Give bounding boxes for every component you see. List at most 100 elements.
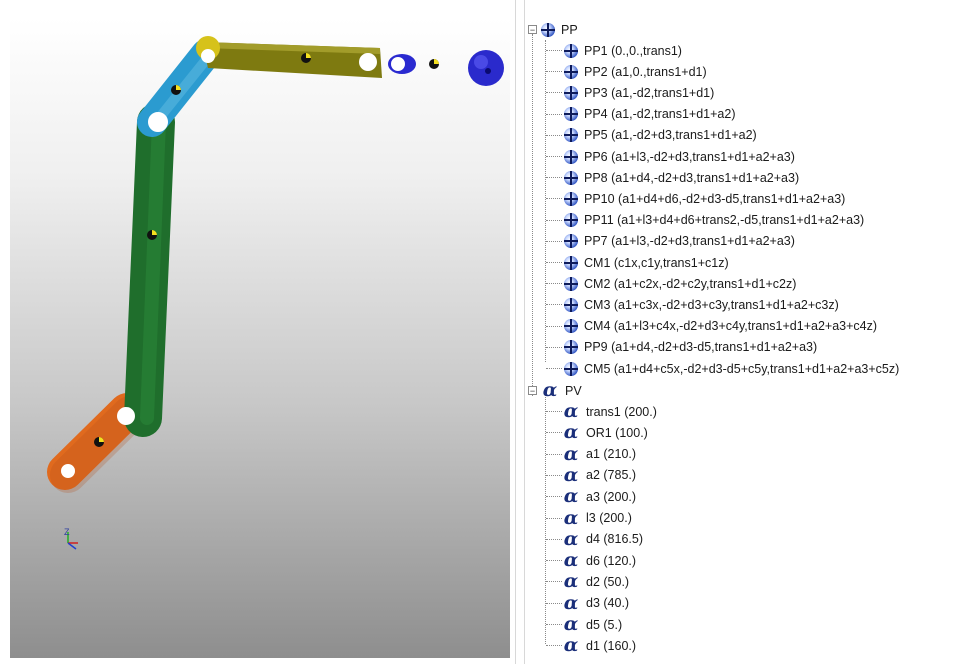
tree-item-pv[interactable]: α d1 (160.) xyxy=(562,635,636,656)
tree-connector xyxy=(546,240,562,242)
tree-item-label: a2 (785.) xyxy=(586,468,637,483)
tree-item-pp[interactable]: PP11 (a1+l3+d4+d6+trans2,-d5,trans1+d1+a… xyxy=(564,210,864,231)
tree-item-pp[interactable]: PP7 (a1+l3,-d2+d3,trans1+d1+a2+a3) xyxy=(564,231,795,252)
tree-item-label: CM5 (a1+d4+c5x,-d2+d3-d5+c5y,trans1+d1+a… xyxy=(584,361,900,376)
group-label: PV xyxy=(565,383,582,398)
axis-z-label: Z xyxy=(64,527,70,537)
tree-connector xyxy=(546,368,562,369)
tree-item-pv[interactable]: α l3 (200.) xyxy=(562,508,632,529)
tree-item-label: d2 (50.) xyxy=(586,574,630,589)
point-cross-icon xyxy=(564,319,578,334)
tree-item-pp[interactable]: PP8 (a1+d4,-d2+d3,trans1+d1+a2+a3) xyxy=(564,167,799,188)
collapse-toggle-icon[interactable]: − xyxy=(528,386,537,396)
tree-item-pp[interactable]: PP5 (a1,-d2+d3,trans1+d1+a2) xyxy=(564,125,757,146)
point-cross-icon xyxy=(564,85,578,100)
alpha-parameter-icon: α xyxy=(563,485,579,508)
tree-item-label: PP9 (a1+d4,-d2+d3-d5,trans1+d1+a2+a3) xyxy=(584,340,818,355)
point-cross-icon xyxy=(564,255,578,270)
tree-connector xyxy=(546,517,562,519)
tree-connector xyxy=(532,34,533,396)
alpha-parameter-icon: α xyxy=(563,400,579,422)
tree-item-label: CM1 (c1x,c1y,trans1+c1z) xyxy=(584,255,729,270)
tree-connector xyxy=(546,538,562,540)
axis-triad: Z xyxy=(64,527,78,550)
tree-item-pv[interactable]: α d5 (5.) xyxy=(562,614,622,635)
tree-connector xyxy=(546,645,562,647)
tree-connector xyxy=(546,325,562,327)
tree-item-pv[interactable]: α d6 (120.) xyxy=(562,550,636,571)
arm-link-2 xyxy=(124,103,175,437)
tree-item-pp[interactable]: PP1 (0.,0.,trans1) xyxy=(564,40,682,61)
tree-connector xyxy=(546,134,562,136)
tree-item-label: a3 (200.) xyxy=(586,489,637,504)
point-cross-icon xyxy=(564,64,578,79)
tree-connector xyxy=(546,432,562,434)
tree-item-pp[interactable]: PP2 (a1,0.,trans1+d1) xyxy=(564,61,707,82)
alpha-parameter-icon: α xyxy=(542,379,558,401)
tree-item-label: PP8 (a1+d4,-d2+d3,trans1+d1+a2+a3) xyxy=(584,170,800,185)
tree-item-pv[interactable]: α d3 (40.) xyxy=(562,593,629,614)
point-cross-icon xyxy=(564,234,578,249)
tree-connector xyxy=(546,602,562,604)
tree-connector xyxy=(546,560,562,562)
alpha-parameter-icon: α xyxy=(563,506,579,529)
tree-item-pp[interactable]: CM4 (a1+l3+c4x,-d2+d3+c4y,trans1+d1+a2+a… xyxy=(564,316,877,337)
tree-connector xyxy=(546,92,562,94)
point-cross-icon xyxy=(564,340,578,355)
tree-group-pv[interactable]: − α PV xyxy=(528,380,582,401)
tree-item-label: OR1 (100.) xyxy=(586,425,648,440)
tree-connector xyxy=(546,177,562,179)
tree-item-pv[interactable]: α d2 (50.) xyxy=(562,571,629,592)
alpha-parameter-icon: α xyxy=(563,421,579,444)
tree-item-label: PP2 (a1,0.,trans1+d1) xyxy=(584,64,707,79)
tree-item-label: PP4 (a1,-d2,trans1+d1+a2) xyxy=(584,107,736,122)
tree-item-pp[interactable]: PP10 (a1+d4+d6,-d2+d3-d5,trans1+d1+a2+a3… xyxy=(564,188,845,209)
tree-connector xyxy=(546,71,562,73)
point-cross-icon xyxy=(564,128,578,143)
tree-item-pp[interactable]: PP3 (a1,-d2,trans1+d1) xyxy=(564,82,714,103)
tree-connector xyxy=(546,453,562,455)
tree-connector xyxy=(546,219,562,221)
tree-item-pp[interactable]: CM3 (a1+c3x,-d2+d3+c3y,trans1+d1+a2+c3z) xyxy=(564,294,839,315)
tree-item-label: d3 (40.) xyxy=(586,596,630,611)
3d-viewport[interactable]: Z xyxy=(10,18,510,658)
alpha-parameter-icon: α xyxy=(563,549,579,572)
point-cross-icon xyxy=(564,361,578,376)
tree-item-pv[interactable]: α trans1 (200.) xyxy=(562,401,657,422)
tree-group-pp[interactable]: − PP xyxy=(528,19,578,40)
point-cross-icon xyxy=(541,22,555,37)
tree-connector xyxy=(546,624,562,625)
point-cross-icon xyxy=(564,170,578,185)
group-label: PP xyxy=(561,22,578,37)
pane-splitter[interactable] xyxy=(515,0,525,664)
tree-item-label: d1 (160.) xyxy=(586,638,637,653)
tree-item-label: PP1 (0.,0.,trans1) xyxy=(584,43,682,58)
tree-item-pp[interactable]: PP4 (a1,-d2,trans1+d1+a2) xyxy=(564,104,736,125)
tree-item-pp[interactable]: CM2 (a1+c2x,-d2+c2y,trans1+d1+c2z) xyxy=(564,273,796,294)
tree-item-pv[interactable]: α a1 (210.) xyxy=(562,444,636,465)
tree-item-pv[interactable]: α OR1 (100.) xyxy=(562,422,648,443)
tree-item-pp[interactable]: CM1 (c1x,c1y,trans1+c1z) xyxy=(564,252,729,273)
tree-item-pp[interactable]: PP6 (a1+l3,-d2+d3,trans1+d1+a2+a3) xyxy=(564,146,795,167)
tree-item-pv[interactable]: α d4 (816.5) xyxy=(562,529,643,550)
arm-link-4 xyxy=(196,36,382,78)
robot-model: Z xyxy=(47,36,504,550)
tree-item-label: PP11 (a1+l3+d4+d6+trans2,-d5,trans1+d1+a… xyxy=(584,213,865,228)
tree-connector xyxy=(546,411,562,412)
tree-connector xyxy=(546,346,562,348)
alpha-parameter-icon: α xyxy=(563,591,579,614)
tree-item-pv[interactable]: α a2 (785.) xyxy=(562,465,636,486)
tree-connector xyxy=(546,156,562,157)
tool-link xyxy=(388,50,504,86)
collapse-toggle-icon[interactable]: − xyxy=(528,25,537,35)
tree-connector xyxy=(546,198,562,200)
tree-item-pp[interactable]: PP9 (a1+d4,-d2+d3-d5,trans1+d1+a2+a3) xyxy=(564,337,817,358)
alpha-parameter-icon: α xyxy=(563,527,579,550)
tree-item-pv[interactable]: α a3 (200.) xyxy=(562,486,636,507)
tree-item-label: CM2 (a1+c2x,-d2+c2y,trans1+d1+c2z) xyxy=(584,276,797,291)
tree-connector xyxy=(546,581,562,583)
point-cross-icon xyxy=(564,191,578,206)
tree-item-label: trans1 (200.) xyxy=(586,404,657,419)
tree-item-pp[interactable]: CM5 (a1+d4+c5x,-d2+d3-d5+c5y,trans1+d1+a… xyxy=(564,358,899,379)
tree-item-label: d5 (5.) xyxy=(586,617,623,632)
